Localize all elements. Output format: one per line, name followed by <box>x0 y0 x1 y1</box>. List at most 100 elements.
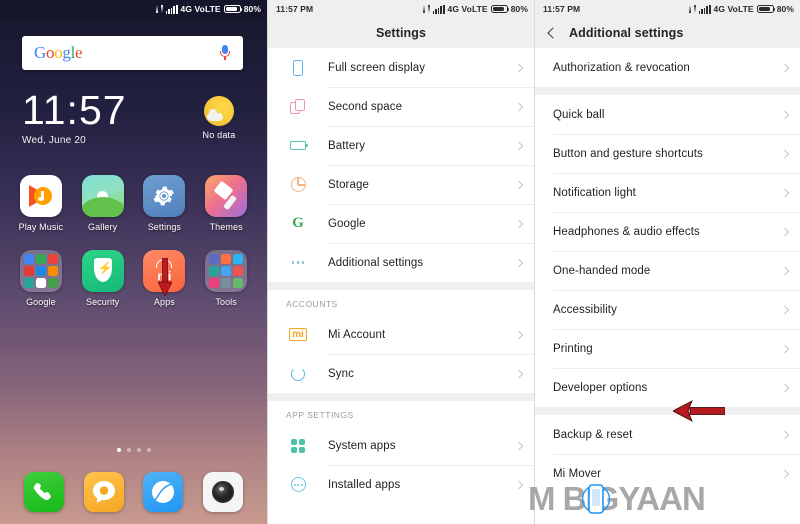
back-chevron-icon[interactable] <box>547 27 559 39</box>
additional-settings-panel: 11:57 PM 4G VoLTE 80% Additional setting… <box>534 0 800 524</box>
row-label: Notification light <box>553 186 636 199</box>
settings-row-second-space[interactable]: Second space <box>268 87 534 126</box>
chevron-right-icon <box>514 330 524 339</box>
app-themes[interactable]: Themes <box>199 175 253 232</box>
app-gallery[interactable]: Gallery <box>76 175 130 232</box>
app-label: Tools <box>215 297 237 307</box>
app-settings[interactable]: Settings <box>137 175 191 232</box>
row-headphones-audio-effects[interactable]: Headphones & audio effects <box>535 212 800 251</box>
chevron-right-icon <box>514 180 524 189</box>
row-mi-mover[interactable]: Mi Mover <box>535 454 800 493</box>
page-dot-3 <box>136 448 141 452</box>
settings-row-additional-settings[interactable]: Additional settings <box>268 243 534 282</box>
browser-icon[interactable] <box>143 472 184 512</box>
settings-row-sync[interactable]: Sync <box>268 354 534 393</box>
play-music-icon <box>19 175 62 217</box>
signal-bars-icon <box>698 4 711 14</box>
app-label: Play Music <box>18 222 64 232</box>
battery-percent-additional: 80% <box>776 4 794 14</box>
row-one-handed-mode[interactable]: One-handed mode <box>535 251 800 290</box>
status-time-additional: 11:57 PM <box>543 4 581 14</box>
settings-row-google[interactable]: G Google <box>268 204 534 243</box>
row-developer-options[interactable]: Developer options <box>535 368 800 407</box>
google-folder-icon <box>19 250 62 292</box>
home-screen-panel: 4G VoLTE 80% Google 11:57 Wed, June 20 N… <box>0 0 267 524</box>
clock-widget[interactable]: 11:57 Wed, June 20 <box>22 90 127 146</box>
row-label: Additional settings <box>328 256 424 269</box>
chevron-right-icon <box>780 344 790 353</box>
chevron-right-icon <box>514 102 524 111</box>
status-icons-additional: 4G VoLTE 80% <box>688 4 794 14</box>
section-divider <box>535 87 800 95</box>
weather-widget[interactable]: No data <box>191 96 247 140</box>
data-transfer-icon <box>155 4 163 14</box>
page-title: Settings <box>375 26 427 40</box>
system-apps-icon <box>268 438 328 453</box>
app-label: Apps <box>153 297 175 307</box>
settings-row-battery[interactable]: Battery <box>268 126 534 165</box>
security-shield-icon <box>81 250 124 292</box>
app-folder-google[interactable]: Google <box>14 250 68 307</box>
row-quick-ball[interactable]: Quick ball <box>535 95 800 134</box>
row-label: System apps <box>328 439 396 452</box>
microphone-icon[interactable] <box>219 44 231 62</box>
mi-logo-icon: mi <box>268 328 328 341</box>
red-down-arrow-to-settings <box>158 258 172 296</box>
app-play-music[interactable]: Play Music <box>14 175 68 232</box>
chevron-right-icon <box>780 266 790 275</box>
status-bar-home: 4G VoLTE 80% <box>0 0 267 18</box>
settings-row-storage[interactable]: Storage <box>268 165 534 204</box>
row-authorization-revocation[interactable]: Authorization & revocation <box>535 48 800 87</box>
chevron-right-icon <box>514 63 524 72</box>
app-folder-tools[interactable]: Tools <box>199 250 253 307</box>
app-row-1: Play Music Gallery Settings Themes <box>0 175 267 232</box>
row-label: Full screen display <box>328 61 426 74</box>
status-time-settings: 11:57 PM <box>276 4 314 14</box>
chevron-right-icon <box>780 110 790 119</box>
row-label: Button and gesture shortcuts <box>553 147 703 160</box>
chevron-right-icon <box>514 369 524 378</box>
installed-apps-icon <box>268 477 328 492</box>
settings-row-installed-apps[interactable]: Installed apps <box>268 465 534 504</box>
page-dot-1 <box>116 448 121 452</box>
row-printing[interactable]: Printing <box>535 329 800 368</box>
row-label: Mi Account <box>328 328 386 341</box>
app-label: Themes <box>209 222 243 232</box>
row-notification-light[interactable]: Notification light <box>535 173 800 212</box>
app-grid: Play Music Gallery Settings Themes Googl… <box>0 175 267 325</box>
app-label: Gallery <box>88 222 118 232</box>
status-bar-additional: 11:57 PM 4G VoLTE 80% <box>535 0 800 18</box>
settings-panel: 11:57 PM 4G VoLTE 80% Settings Full scre… <box>267 0 534 524</box>
row-label: Accessibility <box>553 303 617 316</box>
settings-list[interactable]: Full screen display Second space Battery… <box>268 48 534 524</box>
settings-gear-icon <box>143 175 186 217</box>
row-label: Installed apps <box>328 478 401 491</box>
row-backup-reset[interactable]: Backup & reset <box>535 415 800 454</box>
message-icon[interactable] <box>83 472 124 512</box>
row-label: Storage <box>328 178 369 191</box>
page-title: Additional settings <box>569 26 684 40</box>
row-accessibility[interactable]: Accessibility <box>535 290 800 329</box>
settings-row-full-screen-display[interactable]: Full screen display <box>268 48 534 87</box>
second-space-icon <box>268 98 328 115</box>
section-header-app-settings: APP SETTINGS <box>268 401 534 426</box>
row-label: Battery <box>328 139 366 152</box>
settings-row-system-apps[interactable]: System apps <box>268 426 534 465</box>
red-left-arrow-to-developer-options <box>673 400 725 422</box>
google-search-bar[interactable]: Google <box>22 36 243 70</box>
chevron-right-icon <box>780 149 790 158</box>
page-dot-2 <box>126 448 131 452</box>
row-label: One-handed mode <box>553 264 651 277</box>
signal-bars-icon <box>165 4 178 14</box>
battery-percent-home: 80% <box>243 4 261 14</box>
camera-icon[interactable] <box>203 472 244 512</box>
app-security[interactable]: Security <box>76 250 130 307</box>
settings-row-mi-account[interactable]: mi Mi Account <box>268 315 534 354</box>
additional-settings-list[interactable]: Authorization & revocation Quick ball Bu… <box>535 48 800 524</box>
page-indicator-dots[interactable] <box>0 448 267 452</box>
sync-icon <box>268 366 328 381</box>
chevron-right-icon <box>780 430 790 439</box>
row-button-gesture-shortcuts[interactable]: Button and gesture shortcuts <box>535 134 800 173</box>
weather-label: No data <box>202 130 236 140</box>
phone-icon[interactable] <box>23 472 64 512</box>
